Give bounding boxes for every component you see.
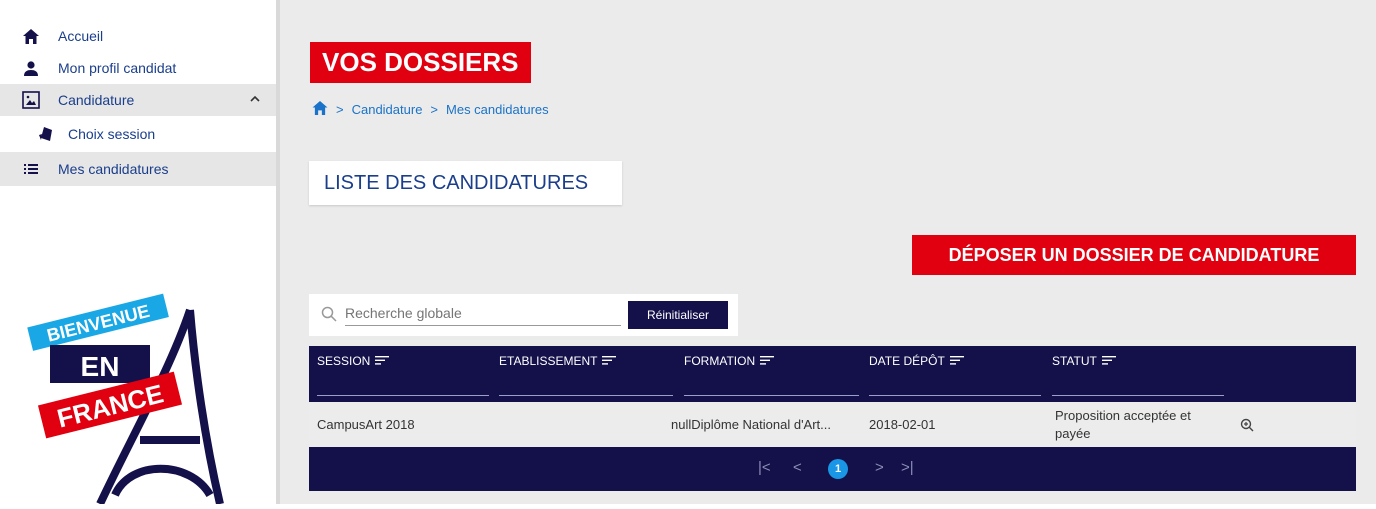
page-title: VOS DOSSIERS <box>310 42 531 83</box>
filter-icon[interactable] <box>760 354 775 368</box>
filter-field-session[interactable] <box>317 395 489 396</box>
search-panel: Réinitialiser <box>309 294 738 336</box>
sidebar-item-candidature[interactable]: Candidature <box>0 84 276 116</box>
current-page[interactable]: 1 <box>828 459 848 479</box>
col-header-statut[interactable]: STATUT <box>1052 354 1116 368</box>
filter-field-date-depot[interactable] <box>869 395 1041 396</box>
col-header-session[interactable]: SESSION <box>317 354 390 368</box>
search-input[interactable] <box>345 300 621 326</box>
session-icon <box>36 124 56 144</box>
candidature-icon <box>21 90 41 110</box>
breadcrumb: > Candidature > Mes candidatures <box>312 101 549 118</box>
cell-statut: Proposition acceptée et payée <box>1055 407 1191 441</box>
sidebar: Accueil Mon profil candidat Candidature … <box>0 0 276 506</box>
table-header: SESSION ETABLISSEMENT FORMATION DATE DÉP… <box>309 346 1356 402</box>
bienvenue-en-france-logo: BIENVENUE EN FRANCE <box>20 290 250 509</box>
last-page-icon[interactable]: >| <box>901 459 914 476</box>
filter-field-formation[interactable] <box>684 395 859 396</box>
svg-text:EN: EN <box>81 351 120 382</box>
zoom-in-icon[interactable] <box>1240 402 1254 447</box>
breadcrumb-mes-candidatures[interactable]: Mes candidatures <box>446 102 549 117</box>
chevron-up-icon[interactable] <box>250 92 260 108</box>
sidebar-item-accueil[interactable]: Accueil <box>0 20 276 52</box>
list-icon <box>21 159 41 179</box>
cell-date-depot: 2018-02-01 <box>869 417 936 432</box>
search-icon <box>321 306 337 327</box>
reset-button[interactable]: Réinitialiser <box>628 301 728 329</box>
sidebar-item-label: Choix session <box>68 126 156 142</box>
prev-page-icon[interactable]: < <box>793 459 802 476</box>
col-header-date-depot[interactable]: DATE DÉPÔT <box>869 354 964 368</box>
sidebar-item-profil[interactable]: Mon profil candidat <box>0 52 276 84</box>
next-page-icon[interactable]: > <box>875 459 884 476</box>
section-title: LISTE DES CANDIDATURES <box>309 161 622 205</box>
sidebar-item-label: Candidature <box>58 92 135 108</box>
chevron-right-icon: > <box>336 102 344 117</box>
chevron-right-icon: > <box>430 102 439 117</box>
breadcrumb-candidature[interactable]: Candidature <box>352 102 423 117</box>
col-header-etablissement[interactable]: ETABLISSEMENT <box>499 354 617 368</box>
filter-icon[interactable] <box>1101 354 1116 368</box>
main-content: VOS DOSSIERS > Candidature > Mes candida… <box>280 0 1376 504</box>
cell-session: CampusArt 2018 <box>317 417 415 432</box>
home-icon[interactable] <box>312 101 328 118</box>
svg-text:BIENVENUE: BIENVENUE <box>45 301 152 346</box>
table-row[interactable]: CampusArt 2018 nullDiplôme National d'Ar… <box>309 402 1356 447</box>
filter-field-statut[interactable] <box>1052 395 1224 396</box>
candidatures-table: SESSION ETABLISSEMENT FORMATION DATE DÉP… <box>309 346 1356 491</box>
filter-icon[interactable] <box>375 354 390 368</box>
cell-formation: nullDiplôme National d'Art... <box>671 417 831 432</box>
sidebar-item-choix-session[interactable]: Choix session <box>0 118 276 150</box>
sidebar-item-label: Mes candidatures <box>58 161 169 177</box>
sidebar-item-mes-candidatures[interactable]: Mes candidatures <box>0 152 276 186</box>
pagination: |< < 1 > >| <box>309 447 1356 491</box>
filter-field-etablissement[interactable] <box>499 395 673 396</box>
deposer-dossier-button[interactable]: DÉPOSER UN DOSSIER DE CANDIDATURE <box>912 235 1356 275</box>
sidebar-item-label: Accueil <box>58 28 104 44</box>
col-header-formation[interactable]: FORMATION <box>684 354 775 368</box>
filter-icon[interactable] <box>602 354 617 368</box>
first-page-icon[interactable]: |< <box>758 459 771 476</box>
filter-icon[interactable] <box>949 354 964 368</box>
person-icon <box>21 58 41 78</box>
sidebar-item-label: Mon profil candidat <box>58 60 177 76</box>
home-icon <box>21 26 41 46</box>
svg-text:FRANCE: FRANCE <box>54 378 166 433</box>
